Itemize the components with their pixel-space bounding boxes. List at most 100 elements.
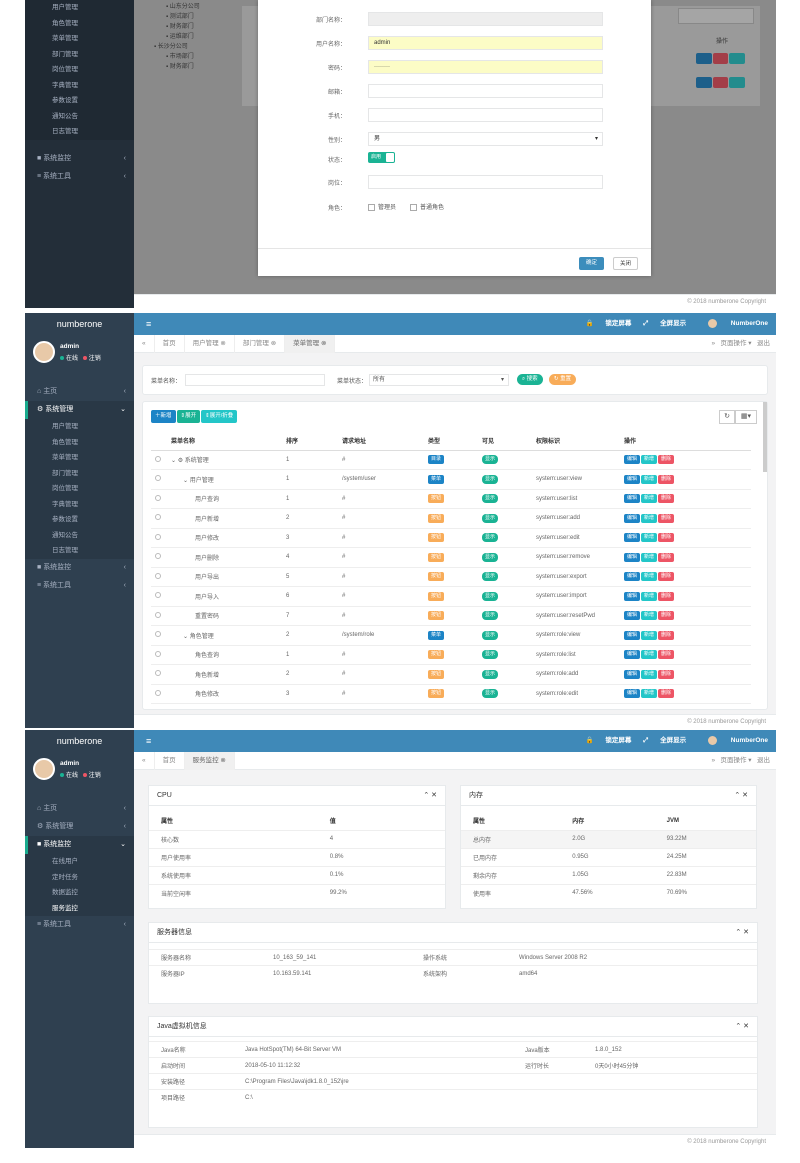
post-field[interactable] bbox=[368, 175, 603, 189]
add-button[interactable]: 新增 bbox=[641, 552, 658, 562]
expand-icon[interactable]: ⌄ bbox=[183, 478, 190, 484]
tab-back-icon[interactable]: « bbox=[134, 752, 155, 770]
delete-button[interactable]: 删除 bbox=[658, 630, 675, 640]
submenu-item[interactable]: 角色管理 bbox=[25, 435, 134, 451]
edit-button[interactable]: 编辑 bbox=[624, 513, 641, 523]
tab-item[interactable]: 首页 bbox=[155, 335, 185, 353]
expand-icon[interactable]: ⌄ bbox=[183, 634, 190, 640]
nav-monitor[interactable]: ■ 系统监控 ‹ bbox=[25, 559, 134, 577]
radio[interactable] bbox=[155, 553, 161, 560]
column-header[interactable]: 权限标识 bbox=[532, 432, 620, 450]
table-row[interactable]: 用户修改 3 # 按钮 显示 system:user:edit 编辑 新增 删除 bbox=[151, 528, 751, 548]
add-button[interactable]: 新增 bbox=[641, 650, 658, 660]
sidebar-sub-item[interactable]: 岗位管理 bbox=[25, 62, 134, 78]
sidebar-sub-item[interactable]: 日志管理 bbox=[25, 124, 134, 140]
table-row[interactable]: 角色修改 3 # 按钮 显示 system:role:edit 编辑 新增 删除 bbox=[151, 684, 751, 704]
tab-item[interactable]: 服务监控 ⊗ bbox=[184, 752, 235, 770]
table-row[interactable]: 用户导出 5 # 按钮 显示 system:user:export 编辑 新增 删除 bbox=[151, 567, 751, 587]
user-menu[interactable]: NumberOne bbox=[698, 318, 768, 328]
submenu-item[interactable]: 定时任务 bbox=[25, 870, 134, 886]
edit-button[interactable]: 编辑 bbox=[624, 494, 641, 504]
collapse-close-icons[interactable]: ⌃ ✕ bbox=[734, 786, 748, 806]
sidebar-sub-item[interactable]: 用户管理 bbox=[25, 0, 134, 16]
user-menu[interactable]: NumberOne bbox=[698, 735, 768, 745]
tree-node[interactable]: ▪ 运维部门 bbox=[146, 32, 246, 42]
table-row[interactable]: ⌄ 角色管理 2/system/role 菜单 显示 system:role:view 编… bbox=[151, 626, 751, 645]
tab-item[interactable]: 用户管理 ⊗ bbox=[185, 335, 235, 353]
submenu-item[interactable]: 数据监控 bbox=[25, 885, 134, 901]
table-row[interactable]: 用户删除 4 # 按钮 显示 system:user:remove 编辑 新增 删除 bbox=[151, 548, 751, 567]
expand-icon[interactable]: ⌄ bbox=[171, 458, 178, 464]
sidebar-sub-item[interactable]: 参数设置 bbox=[25, 93, 134, 109]
table-row[interactable]: 用户新增 2 # 按钮 显示 system:user:add 编辑 新增 删除 bbox=[151, 509, 751, 528]
table-row[interactable]: ⌄ 用户管理 1/system/user 菜单 显示 system:user:view 编… bbox=[151, 470, 751, 489]
ok-button[interactable]: 确定 bbox=[578, 257, 604, 270]
columns-icon[interactable]: ▦▾ bbox=[735, 410, 757, 424]
email-field[interactable] bbox=[368, 84, 603, 98]
edit-button[interactable]: 编辑 bbox=[624, 591, 641, 601]
column-header[interactable]: 操作 bbox=[620, 432, 751, 450]
edit-button[interactable]: 编辑 bbox=[624, 552, 641, 562]
submenu-item[interactable]: 岗位管理 bbox=[25, 481, 134, 497]
lock-screen-link[interactable]: 🔒 锁定屏幕 bbox=[585, 320, 631, 327]
search-button[interactable]: ⌕ 搜索 bbox=[517, 374, 543, 385]
password-field[interactable]: ········ bbox=[368, 60, 603, 74]
delete-button[interactable]: 删除 bbox=[658, 533, 675, 543]
close-icon[interactable]: ⊗ bbox=[319, 340, 326, 347]
edit-button[interactable]: 编辑 bbox=[624, 689, 641, 699]
nav-gear[interactable]: ⚙ 系统管理 ⌄ bbox=[25, 401, 134, 419]
delete-button[interactable]: 删除 bbox=[658, 689, 675, 699]
add-button[interactable]: 新增 bbox=[641, 474, 658, 484]
table-row[interactable]: 角色查询 1 # 按钮 显示 system:role:list 编辑 新增 删除 bbox=[151, 645, 751, 665]
delete-button[interactable]: 删除 bbox=[658, 591, 675, 601]
column-header[interactable]: 请求地址 bbox=[338, 432, 424, 450]
collapse-button[interactable]: ⇕展开/折叠 bbox=[201, 410, 238, 423]
add-button[interactable]: 新增 bbox=[641, 494, 658, 504]
fullscreen-link[interactable]: ⤢ 全屏显示 bbox=[643, 320, 686, 327]
radio[interactable] bbox=[155, 533, 161, 540]
column-header[interactable]: 可见 bbox=[478, 432, 532, 450]
edit-button[interactable]: 编辑 bbox=[624, 630, 641, 640]
sidebar-sub-item[interactable]: 菜单管理 bbox=[25, 31, 134, 47]
add-button[interactable]: 新增 bbox=[641, 455, 658, 465]
table-row[interactable]: ⌄ ⚙ 系统管理 1 # 目录 显示 编辑 新增 删除 bbox=[151, 450, 751, 470]
submenu-item[interactable]: 通知公告 bbox=[25, 528, 134, 544]
tree-node[interactable]: ▪ 财务部门 bbox=[146, 22, 246, 32]
submenu-item[interactable]: 用户管理 bbox=[25, 419, 134, 435]
nav-monitor[interactable]: ■ 系统监控 ⌄ bbox=[25, 836, 134, 854]
dept-field[interactable] bbox=[368, 12, 603, 26]
close-button[interactable]: 关闭 bbox=[612, 257, 638, 270]
column-header[interactable]: 类型 bbox=[424, 432, 478, 450]
radio[interactable] bbox=[155, 572, 161, 579]
add-button[interactable]: 新增 bbox=[641, 591, 658, 601]
phone-field[interactable] bbox=[368, 108, 603, 122]
add-button[interactable]: 新增 bbox=[641, 611, 658, 621]
column-header[interactable]: 排序 bbox=[282, 432, 338, 450]
radio[interactable] bbox=[155, 650, 161, 657]
nav-monitor[interactable]: ■ 系统监控 ‹ bbox=[25, 150, 134, 168]
nav-home[interactable]: ⌂ 主页 ‹ bbox=[25, 800, 134, 818]
nav-tools[interactable]: ≡ 系统工具 ‹ bbox=[25, 577, 134, 595]
close-icon[interactable]: ⊗ bbox=[219, 340, 225, 347]
delete-button[interactable]: 删除 bbox=[658, 474, 675, 484]
submenu-item[interactable]: 字典管理 bbox=[25, 497, 134, 513]
role-checkbox[interactable]: 普通角色 bbox=[410, 202, 444, 211]
nav-tools[interactable]: ≡ 系统工具 ‹ bbox=[25, 168, 134, 186]
submenu-item[interactable]: 在线用户 bbox=[25, 854, 134, 870]
delete-button[interactable]: 删除 bbox=[658, 611, 675, 621]
submenu-item[interactable]: 菜单管理 bbox=[25, 450, 134, 466]
tree-node[interactable]: ▪ 财务部门 bbox=[146, 62, 246, 72]
add-button[interactable]: 新增 bbox=[641, 669, 658, 679]
collapse-close-icons[interactable]: ⌃ ✕ bbox=[423, 786, 437, 806]
tree-node[interactable]: ▪ 市场部门 bbox=[146, 52, 246, 62]
submenu-item[interactable]: 服务监控 bbox=[25, 901, 134, 917]
close-icon[interactable]: ⊗ bbox=[269, 340, 276, 347]
sidebar-sub-item[interactable]: 通知公告 bbox=[25, 109, 134, 125]
column-header[interactable]: 菜单名称 bbox=[167, 432, 282, 450]
submenu-item[interactable]: 参数设置 bbox=[25, 512, 134, 528]
tab-item[interactable]: 首页 bbox=[155, 752, 185, 770]
delete-button[interactable]: 删除 bbox=[658, 572, 675, 582]
add-button[interactable]: 新增 bbox=[641, 572, 658, 582]
menu-toggle-icon[interactable]: ≡ bbox=[146, 736, 151, 746]
refresh-icon[interactable]: ↻ bbox=[719, 410, 735, 424]
